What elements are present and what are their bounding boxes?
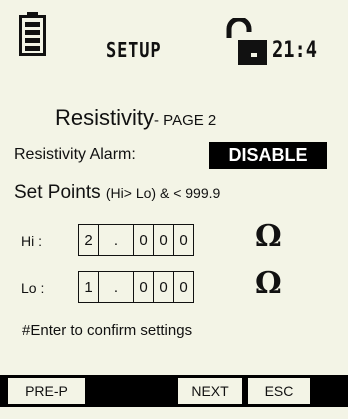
hi-digit[interactable]: 0 <box>174 225 193 255</box>
lo-label: Lo : <box>21 280 45 296</box>
lo-digit[interactable]: 0 <box>134 272 154 302</box>
unlocked-lock-icon <box>226 18 267 65</box>
hi-unit: Ω <box>255 219 282 254</box>
page-subtitle: - PAGE 2 <box>154 112 217 129</box>
hi-label: Hi : <box>21 233 42 249</box>
hi-setpoint-field[interactable]: 2 . 0 0 0 <box>78 224 194 256</box>
page-title-text: Resistivity <box>55 105 155 130</box>
lo-unit: Ω <box>255 266 282 301</box>
lo-setpoint-field[interactable]: 1 . 0 0 0 <box>78 271 194 303</box>
hi-digit[interactable]: 0 <box>154 225 174 255</box>
battery-icon <box>19 12 46 56</box>
setpoints-label: Set Points <box>14 182 101 203</box>
page-title: Resistivity- PAGE 2 <box>55 105 216 131</box>
alarm-toggle[interactable]: DISABLE <box>209 142 327 169</box>
lo-digit[interactable]: 1 <box>79 272 99 302</box>
lo-digit[interactable]: 0 <box>154 272 174 302</box>
clock-time: 21:4 <box>272 38 318 63</box>
hi-digit[interactable]: . <box>99 225 134 255</box>
alarm-label: Resistivity Alarm: <box>14 146 136 163</box>
hi-digit[interactable]: 0 <box>134 225 154 255</box>
screen-title: SETUP <box>106 38 162 62</box>
next-softkey[interactable]: NEXT <box>178 378 242 404</box>
hi-digit[interactable]: 2 <box>79 225 99 255</box>
confirm-hint: #Enter to confirm settings <box>22 322 193 339</box>
setpoints-heading: Set Points (Hi> Lo) & < 999.9 <box>14 182 220 204</box>
lo-digit[interactable]: 0 <box>174 272 193 302</box>
prev-page-softkey[interactable]: PRE-P <box>8 378 85 404</box>
esc-softkey[interactable]: ESC <box>248 378 310 404</box>
lo-digit[interactable]: . <box>99 272 134 302</box>
setpoints-range: (Hi> Lo) & < 999.9 <box>105 185 221 201</box>
